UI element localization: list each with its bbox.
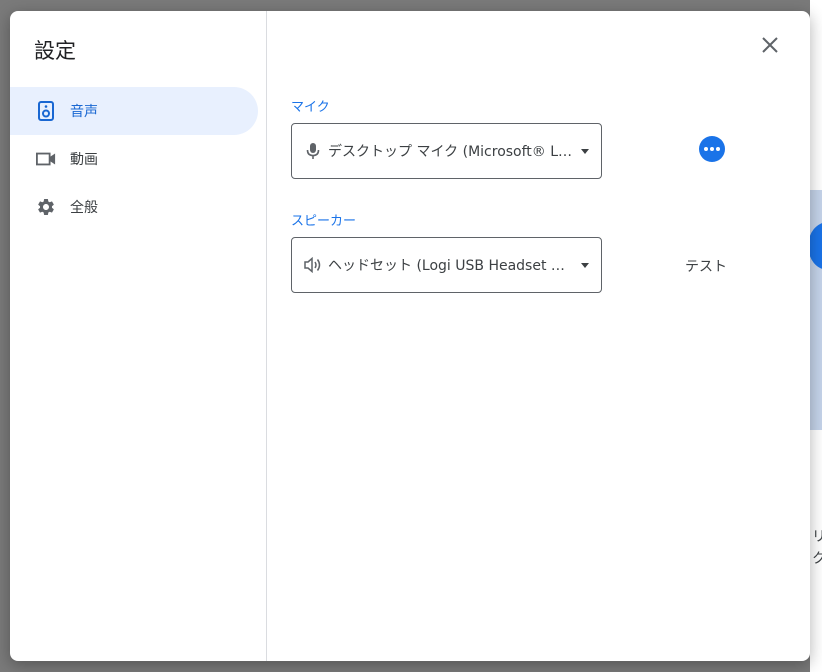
mic-select[interactable]: デスクトップ マイク (Microsoft® LifeCam) <box>291 123 602 179</box>
dialog-title: 設定 <box>34 39 76 63</box>
chevron-down-icon <box>581 262 589 268</box>
videocam-icon <box>36 149 56 169</box>
settings-dialog: 設定 音声 動画 全般 マイク デスクトップ マイク (Microsoft® L… <box>10 11 810 661</box>
sidebar-item-audio[interactable]: 音声 <box>10 87 258 135</box>
speaker-icon <box>36 101 56 121</box>
settings-sidebar: 設定 音声 動画 全般 <box>10 11 267 661</box>
volume-icon <box>304 256 322 274</box>
background-text-1: リ <box>812 529 822 545</box>
mic-more-button[interactable] <box>699 136 725 162</box>
close-button[interactable] <box>754 31 786 63</box>
sidebar-item-label: 音声 <box>70 104 98 120</box>
sidebar-item-label: 動画 <box>70 152 98 168</box>
mic-label: マイク <box>291 100 330 115</box>
microphone-icon <box>304 142 322 160</box>
sidebar-item-video[interactable]: 動画 <box>10 135 258 183</box>
close-icon <box>762 37 778 57</box>
background-text-2: ク <box>812 551 822 567</box>
speaker-select[interactable]: ヘッドセット (Logi USB Headset H340) <box>291 237 602 293</box>
speaker-test-button[interactable]: テスト <box>672 248 740 284</box>
speaker-select-value: ヘッドセット (Logi USB Headset H340) <box>328 258 575 274</box>
sidebar-item-general[interactable]: 全般 <box>10 183 258 231</box>
chevron-down-icon <box>581 148 589 154</box>
gear-icon <box>36 197 56 217</box>
sidebar-item-label: 全般 <box>70 200 98 216</box>
speaker-label: スピーカー <box>291 214 357 229</box>
mic-select-value: デスクトップ マイク (Microsoft® LifeCam) <box>328 144 575 160</box>
